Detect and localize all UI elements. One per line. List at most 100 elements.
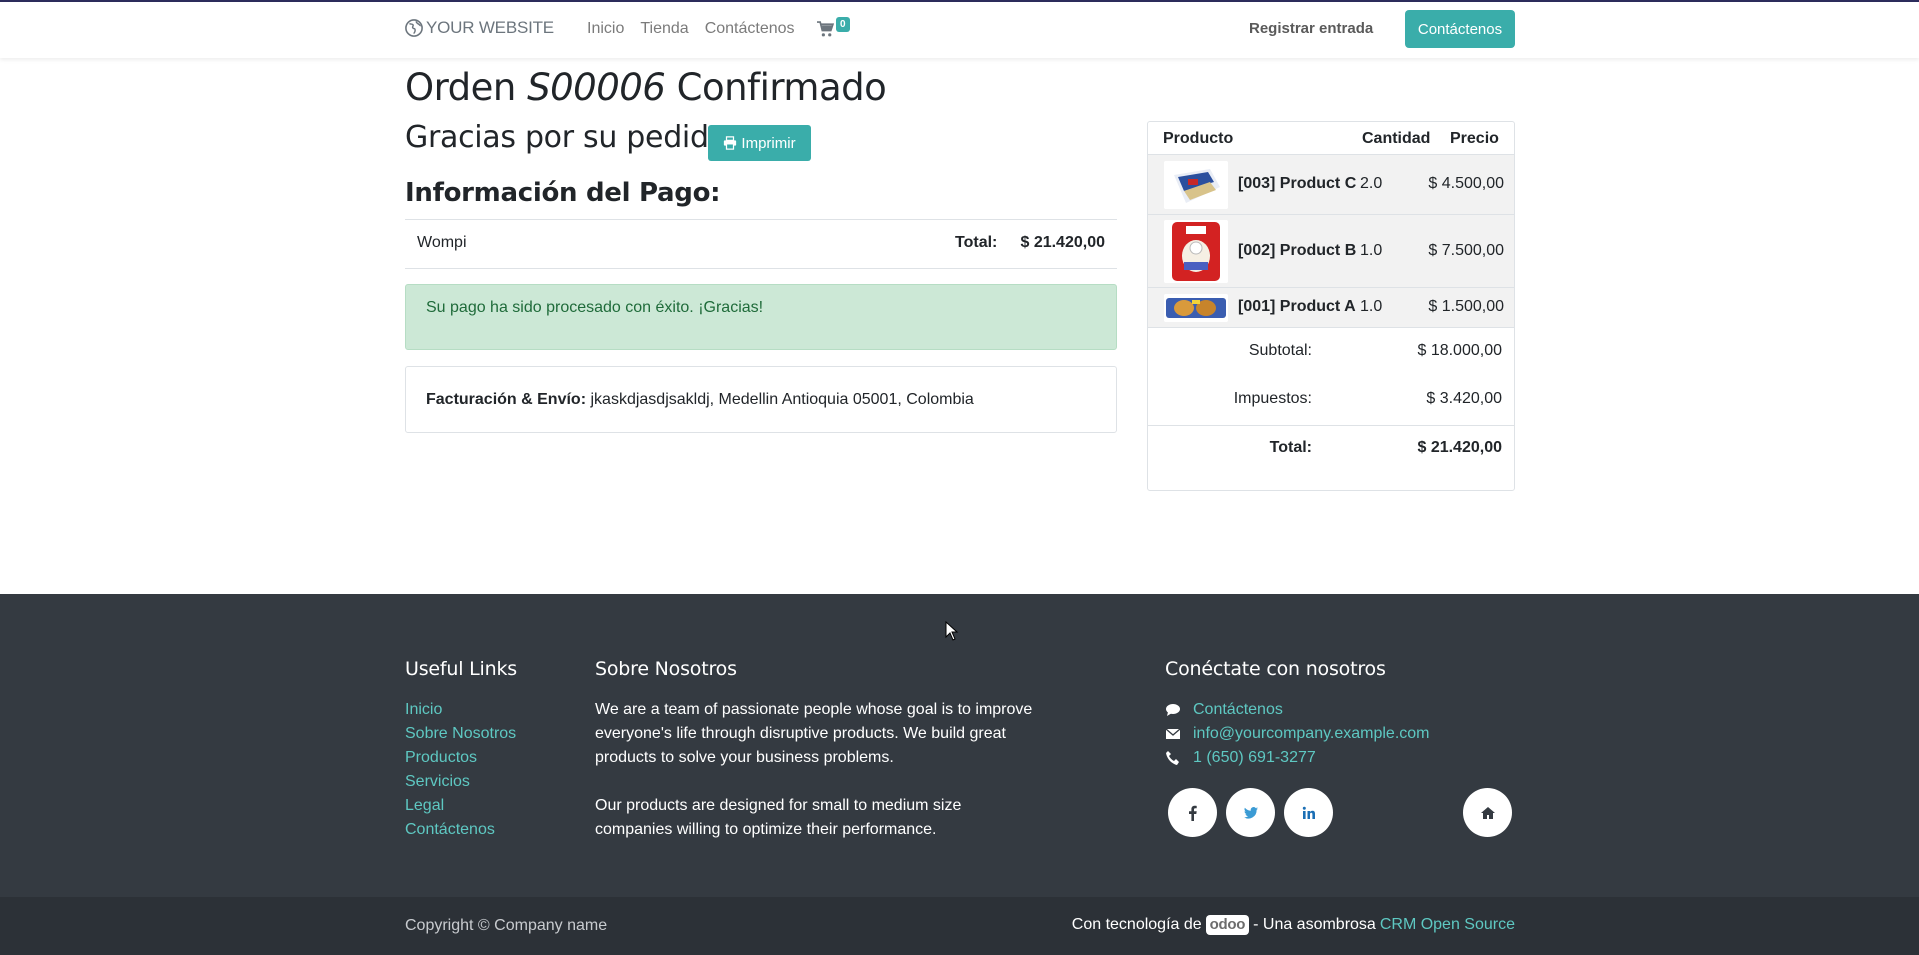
signin-link[interactable]: Registrar entrada <box>1249 20 1373 37</box>
useful-links-list: Inicio Sobre Nosotros Productos Servicio… <box>405 698 516 842</box>
taxes-label: Impuestos: <box>1233 390 1312 407</box>
linkedin-button[interactable] <box>1284 788 1333 837</box>
linkedin-icon <box>1302 806 1315 819</box>
twitter-button[interactable] <box>1226 788 1275 837</box>
order-number: S00006 <box>527 66 666 109</box>
product-name[interactable]: [002] Product B <box>1238 242 1356 260</box>
product-qty: 1.0 <box>1360 298 1383 315</box>
about-paragraph-2: Our products are designed for small to m… <box>595 797 962 838</box>
phone-icon <box>1166 751 1179 765</box>
summary-total-label: Total: <box>1269 439 1312 456</box>
powered-by: Con tecnología de odoo - Una asombrosa C… <box>1072 915 1515 935</box>
product-image[interactable] <box>1164 220 1228 283</box>
copyright-bar: Copyright © Company name Con tecnología … <box>0 897 1919 955</box>
summary-row: [003] Product C 2.0 $ 4.500,00 <box>1148 155 1514 215</box>
summary-divider <box>1148 425 1514 426</box>
email-item[interactable]: info@yourcompany.example.com <box>1165 722 1430 746</box>
footer: Useful Links Inicio Sobre Nosotros Produ… <box>0 594 1919 897</box>
payment-total-value: $ 21.420,00 <box>1020 234 1105 251</box>
footer-link-contactenos[interactable]: Contáctenos <box>405 818 516 842</box>
footer-link-servicios[interactable]: Servicios <box>405 770 516 794</box>
summary-total-row: Total: $ 21.420,00 <box>1148 439 1514 469</box>
odoo-logo[interactable]: odoo <box>1205 915 1250 935</box>
summary-row: [001] Product A 1.0 $ 1.500,00 <box>1148 288 1514 328</box>
payment-total-label: Total: <box>955 234 998 251</box>
navbar <box>0 2 1919 58</box>
taxes-value: $ 3.420,00 <box>1426 390 1502 407</box>
globe-icon <box>405 19 423 37</box>
payment-info-title: Información del Pago: <box>405 178 721 208</box>
title-status: Confirmado <box>676 66 887 109</box>
footer-link-legal[interactable]: Legal <box>405 794 516 818</box>
product-name[interactable]: [003] Product C <box>1238 175 1356 193</box>
taxes-row: Impuestos: $ 3.420,00 <box>1148 390 1514 420</box>
cart-icon <box>817 21 834 37</box>
nav-inicio[interactable]: Inicio <box>587 20 624 38</box>
subtotal-label: Subtotal: <box>1248 342 1312 359</box>
about-title: Sobre Nosotros <box>595 658 737 680</box>
contact-item[interactable]: Contáctenos <box>1165 698 1430 722</box>
print-label: Imprimir <box>741 134 796 152</box>
page-title: Orden S00006 Confirmado <box>405 66 887 109</box>
payment-method: Wompi <box>417 234 467 251</box>
subtotal-row: Subtotal: $ 18.000,00 <box>1148 342 1514 372</box>
col-price: Precio <box>1450 130 1499 147</box>
facebook-button[interactable] <box>1168 788 1217 837</box>
print-icon <box>724 136 737 150</box>
facebook-icon <box>1188 805 1197 821</box>
address-label: Facturación & Envío: <box>426 391 587 408</box>
footer-link-inicio[interactable]: Inicio <box>405 698 516 722</box>
brand-text: YOUR WEBSITE <box>426 18 554 37</box>
summary-row: [002] Product B 1.0 $ 7.500,00 <box>1148 215 1514 288</box>
success-alert: Su pago ha sido procesado con éxito. ¡Gr… <box>405 284 1117 350</box>
contact-button[interactable]: Contáctenos <box>1405 10 1515 48</box>
subtotal-value: $ 18.000,00 <box>1417 342 1502 359</box>
payment-row: Wompi Total: $ 21.420,00 <box>405 219 1117 269</box>
address-value: jkaskdjasdjsakldj, Medellin Antioquia 05… <box>590 391 974 408</box>
title-prefix: Orden <box>405 66 516 109</box>
copyright-text: Copyright © Company name <box>405 917 608 934</box>
product-price: $ 4.500,00 <box>1428 175 1504 192</box>
powered-prefix: Con tecnología de <box>1071 916 1202 933</box>
brand-logo[interactable]: YOUR WEBSITE <box>405 18 554 38</box>
comment-icon <box>1166 704 1180 716</box>
cart-count-badge: 0 <box>836 17 850 32</box>
envelope-icon <box>1165 728 1181 739</box>
mouse-cursor-icon <box>945 621 959 641</box>
summary-total-value: $ 21.420,00 <box>1417 439 1502 456</box>
contact-list: Contáctenos info@yourcompany.example.com… <box>1165 698 1430 770</box>
main-nav: Inicio Tienda Contáctenos <box>587 20 795 38</box>
contact-link[interactable]: Contáctenos <box>1193 698 1283 722</box>
product-price: $ 1.500,00 <box>1428 298 1504 315</box>
phone-link[interactable]: 1 (650) 691-3277 <box>1193 746 1316 770</box>
product-price: $ 7.500,00 <box>1428 242 1504 259</box>
email-link[interactable]: info@yourcompany.example.com <box>1193 722 1430 746</box>
home-button[interactable] <box>1463 788 1512 837</box>
about-text: We are a team of passionate people whose… <box>595 698 1035 842</box>
product-qty: 1.0 <box>1360 242 1383 259</box>
nav-tienda[interactable]: Tienda <box>640 20 688 38</box>
connect-title: Conéctate con nosotros <box>1165 658 1386 680</box>
powered-middle: - Una asombrosa <box>1253 916 1376 933</box>
footer-link-sobre-nosotros[interactable]: Sobre Nosotros <box>405 722 516 746</box>
product-name[interactable]: [001] Product A <box>1238 298 1356 316</box>
crm-link[interactable]: CRM Open Source <box>1380 916 1515 934</box>
nav-contactenos[interactable]: Contáctenos <box>705 20 795 38</box>
print-button[interactable]: Imprimir <box>708 125 811 161</box>
order-summary: Producto Cantidad Precio [003] Product C… <box>1147 121 1515 491</box>
twitter-icon <box>1243 806 1258 819</box>
about-paragraph-1: We are a team of passionate people whose… <box>595 701 1033 766</box>
phone-item[interactable]: 1 (650) 691-3277 <box>1165 746 1430 770</box>
product-image[interactable] <box>1164 294 1228 322</box>
product-qty: 2.0 <box>1360 175 1383 192</box>
home-icon <box>1480 806 1495 819</box>
summary-header: Producto Cantidad Precio <box>1148 122 1514 155</box>
thanks-heading: Gracias por su pedido. <box>405 120 736 155</box>
col-quantity: Cantidad <box>1362 130 1431 147</box>
useful-links-title: Useful Links <box>405 658 517 680</box>
col-product: Producto <box>1163 130 1234 147</box>
product-image[interactable] <box>1164 161 1228 209</box>
footer-link-productos[interactable]: Productos <box>405 746 516 770</box>
cart-link[interactable]: 0 <box>817 17 850 38</box>
address-card: Facturación & Envío: jkaskdjasdjsakldj, … <box>405 366 1117 433</box>
